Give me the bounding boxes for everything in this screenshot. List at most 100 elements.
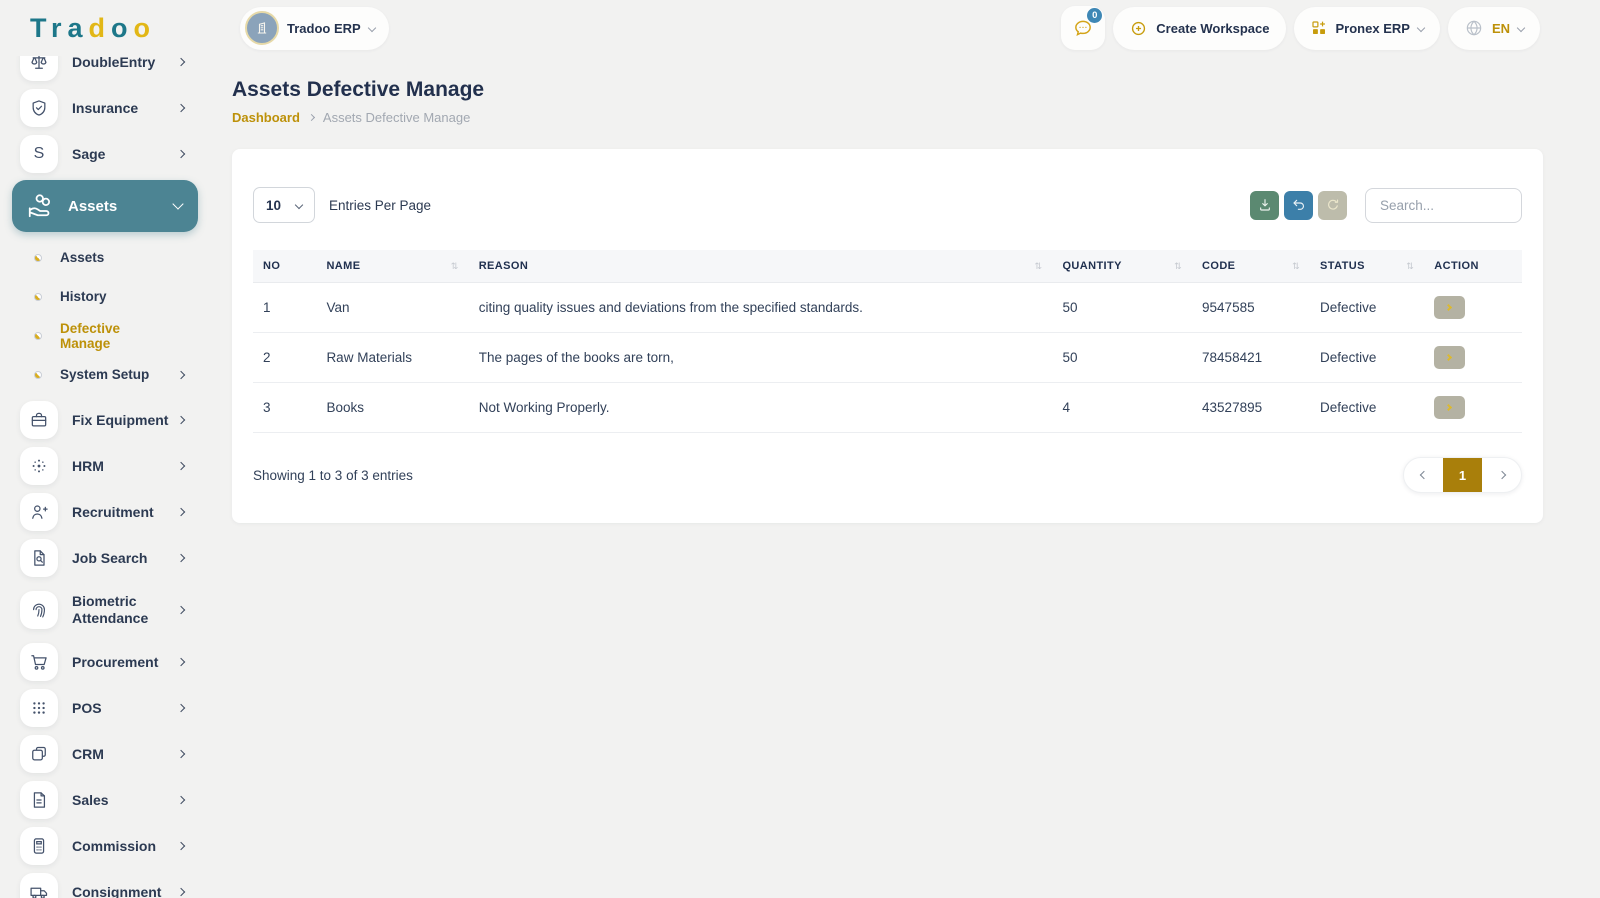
search-input[interactable] bbox=[1365, 187, 1522, 223]
chevron-right-icon bbox=[176, 657, 186, 667]
refresh-button[interactable] bbox=[1318, 190, 1347, 220]
column-header-code: CODE bbox=[1202, 260, 1236, 272]
target-dots-icon bbox=[20, 447, 58, 485]
sidebar: DoubleEntry Insurance S Sage Assets Asse… bbox=[0, 56, 210, 898]
arrow-right-icon bbox=[1445, 303, 1453, 312]
bullet-icon bbox=[34, 253, 42, 262]
logo-part: o bbox=[133, 12, 157, 43]
column-header-action: ACTION bbox=[1434, 260, 1479, 272]
chevron-right-icon bbox=[176, 795, 186, 805]
row-action-button[interactable] bbox=[1434, 296, 1466, 319]
column-header-no: NO bbox=[263, 260, 281, 272]
sidebar-item-hrm[interactable]: HRM bbox=[20, 444, 210, 488]
workspace-avatar-icon bbox=[245, 11, 279, 45]
sidebar-item-job-search[interactable]: Job Search bbox=[20, 536, 210, 580]
plus-circle-icon bbox=[1132, 21, 1146, 35]
entries-summary: Showing 1 to 3 of 3 entries bbox=[253, 467, 413, 483]
table-row: 3 Books Not Working Properly. 4 43527895… bbox=[253, 382, 1522, 433]
sidebar-subitem-history[interactable]: History bbox=[20, 277, 210, 316]
create-workspace-label: Create Workspace bbox=[1156, 20, 1270, 36]
sidebar-item-assets[interactable]: Assets bbox=[12, 180, 198, 232]
chevron-right-icon bbox=[176, 461, 186, 471]
workspace-selector[interactable]: Tradoo ERP bbox=[240, 6, 389, 50]
cell-code: 9547585 bbox=[1192, 282, 1311, 333]
entries-per-page-select[interactable]: 10 bbox=[253, 187, 315, 223]
next-page-button[interactable] bbox=[1482, 458, 1521, 492]
column-header-name: NAME bbox=[326, 260, 361, 272]
page-title: Assets Defective Manage bbox=[232, 78, 485, 101]
sort-icon[interactable]: ⇅ bbox=[1174, 261, 1182, 272]
sidebar-item-fix-equipment[interactable]: Fix Equipment bbox=[20, 398, 210, 442]
top-bar: Tradoo Tradoo ERP 0 Create Workspace Pro… bbox=[0, 0, 1600, 56]
cell-status: Defective bbox=[1310, 282, 1425, 333]
sidebar-item-biometric-attendance[interactable]: Biometric Attendance bbox=[20, 582, 210, 638]
table-row: 2 Raw Materials The pages of the books a… bbox=[253, 332, 1522, 383]
sidebar-item-insurance[interactable]: Insurance bbox=[20, 86, 210, 130]
chevron-down-icon bbox=[1516, 23, 1526, 33]
language-selector[interactable]: EN bbox=[1447, 6, 1540, 50]
cell-no: 2 bbox=[253, 332, 317, 383]
cell-no: 1 bbox=[253, 282, 317, 333]
table-footer: Showing 1 to 3 of 3 entries 1 bbox=[253, 457, 1522, 493]
hand-coins-icon bbox=[28, 194, 50, 218]
chat-button[interactable]: 0 bbox=[1061, 6, 1106, 50]
chevron-right-icon bbox=[176, 57, 186, 67]
column-header-status: STATUS bbox=[1320, 260, 1365, 272]
erp-switcher[interactable]: Pronex ERP bbox=[1293, 6, 1440, 50]
language-label: EN bbox=[1491, 20, 1510, 36]
pagination: 1 bbox=[1403, 457, 1522, 493]
breadcrumb-dashboard-link[interactable]: Dashboard bbox=[232, 110, 300, 125]
cell-status: Defective bbox=[1310, 382, 1425, 433]
chevron-right-icon bbox=[176, 149, 186, 159]
sidebar-item-sage[interactable]: S Sage bbox=[20, 132, 210, 176]
bullet-icon bbox=[34, 331, 42, 340]
sidebar-subitem-defective-manage[interactable]: Defective Manage bbox=[20, 316, 210, 355]
sidebar-subitem-assets[interactable]: Assets bbox=[20, 238, 210, 277]
cell-status: Defective bbox=[1310, 332, 1425, 383]
chat-badge: 0 bbox=[1087, 8, 1103, 23]
cell-code: 78458421 bbox=[1192, 332, 1311, 383]
cell-quantity: 4 bbox=[1052, 382, 1193, 433]
sidebar-subitem-system-setup[interactable]: System Setup bbox=[20, 355, 210, 394]
sort-icon[interactable]: ⇅ bbox=[451, 261, 459, 272]
table-card: 10 Entries Per Page NO NAME ⇅ REASON ⇅ bbox=[232, 149, 1543, 523]
breadcrumb-current: Assets Defective Manage bbox=[322, 110, 471, 125]
shield-check-icon bbox=[20, 89, 58, 127]
chevron-right-icon bbox=[176, 415, 186, 425]
apps-grid-icon bbox=[1311, 21, 1325, 34]
export-download-button[interactable] bbox=[1250, 190, 1279, 220]
sidebar-item-crm[interactable]: CRM bbox=[20, 732, 210, 776]
entries-per-page-label: Entries Per Page bbox=[329, 197, 432, 213]
breadcrumb: Dashboard Assets Defective Manage bbox=[232, 110, 1543, 125]
page-1-button[interactable]: 1 bbox=[1443, 458, 1482, 492]
chevron-right-icon bbox=[176, 749, 186, 759]
sort-icon[interactable]: ⇅ bbox=[1035, 261, 1043, 272]
assets-submenu: Assets History Defective Manage System S… bbox=[20, 238, 210, 394]
sidebar-item-sales[interactable]: Sales bbox=[20, 778, 210, 822]
create-workspace-button[interactable]: Create Workspace bbox=[1113, 6, 1286, 50]
chevron-right-icon bbox=[176, 103, 186, 113]
sidebar-item-procurement[interactable]: Procurement bbox=[20, 640, 210, 684]
breadcrumb-separator-icon bbox=[307, 113, 315, 122]
cell-reason: citing quality issues and deviations fro… bbox=[468, 282, 1053, 333]
cell-name: Books bbox=[316, 382, 469, 433]
sort-icon[interactable]: ⇅ bbox=[1292, 261, 1300, 272]
chevron-down-icon bbox=[1416, 23, 1426, 33]
arrow-right-icon bbox=[1445, 403, 1453, 412]
sidebar-item-doubleentry[interactable]: DoubleEntry bbox=[20, 56, 210, 84]
globe-icon bbox=[1466, 20, 1482, 36]
brand-logo: Tradoo bbox=[30, 13, 232, 44]
cell-quantity: 50 bbox=[1052, 282, 1193, 333]
workspace-label: Tradoo ERP bbox=[287, 20, 361, 36]
row-action-button[interactable] bbox=[1434, 396, 1466, 419]
sidebar-item-consignment[interactable]: Consignment bbox=[20, 870, 210, 898]
sidebar-item-pos[interactable]: POS bbox=[20, 686, 210, 730]
row-action-button[interactable] bbox=[1434, 346, 1466, 369]
sidebar-item-recruitment[interactable]: Recruitment bbox=[20, 490, 210, 534]
grid-dots-icon bbox=[20, 689, 58, 727]
undo-button[interactable] bbox=[1284, 190, 1313, 220]
download-icon bbox=[1259, 199, 1270, 211]
sort-icon[interactable]: ⇅ bbox=[1406, 261, 1414, 272]
prev-page-button[interactable] bbox=[1404, 458, 1443, 492]
sidebar-item-commission[interactable]: Commission bbox=[20, 824, 210, 868]
